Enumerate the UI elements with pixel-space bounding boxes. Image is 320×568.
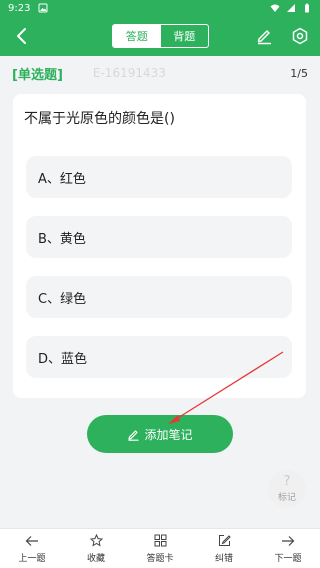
gallery-notification-icon xyxy=(38,3,48,13)
star-icon xyxy=(89,534,103,548)
grid-icon xyxy=(154,534,167,548)
settings-button[interactable] xyxy=(288,22,312,50)
edit-button[interactable] xyxy=(252,22,276,50)
gear-icon xyxy=(292,27,308,45)
mode-tabs: 答题 背题 xyxy=(112,24,209,48)
note-pencil-icon xyxy=(128,429,139,441)
tab-answer[interactable]: 答题 xyxy=(113,25,161,47)
battery-icon xyxy=(305,3,309,13)
question-progress: 1/5 xyxy=(290,66,308,80)
nav-prev[interactable]: 上一题 xyxy=(0,529,64,568)
status-bar: 9:23 xyxy=(0,0,320,16)
question-id: E-16191433 xyxy=(92,66,166,80)
wifi-icon xyxy=(270,4,280,12)
nav-favorite[interactable]: 收藏 xyxy=(64,529,128,568)
add-note-label: 添加笔记 xyxy=(144,427,193,442)
mark-label: 标记 xyxy=(277,493,296,503)
nav-answer-card-label: 答题卡 xyxy=(146,553,174,564)
back-button[interactable] xyxy=(8,22,36,50)
signal-icon xyxy=(287,4,295,12)
status-time: 9:23 xyxy=(8,2,31,14)
question-mark-icon: ? xyxy=(283,474,291,489)
app-bar-actions xyxy=(252,22,312,50)
option-a[interactable]: A、红色 xyxy=(26,156,292,198)
question-type: [单选题] xyxy=(12,67,63,83)
arrow-left-icon xyxy=(25,534,39,548)
pencil-icon xyxy=(257,30,271,45)
option-d[interactable]: D、蓝色 xyxy=(26,336,292,378)
bottom-nav: 上一题 收藏 答题卡 纠错 下一题 xyxy=(0,528,320,568)
chevron-left-icon xyxy=(17,28,26,44)
option-b[interactable]: B、黄色 xyxy=(26,216,292,258)
nav-favorite-label: 收藏 xyxy=(86,553,105,564)
app-bar: 答题 背题 xyxy=(0,16,320,56)
nav-next[interactable]: 下一题 xyxy=(256,529,320,568)
nav-next-label: 下一题 xyxy=(274,553,302,564)
mark-button[interactable]: ? 标记 xyxy=(268,470,306,508)
nav-answer-card[interactable]: 答题卡 xyxy=(128,529,192,568)
nav-report-error[interactable]: 纠错 xyxy=(192,529,256,568)
edit-icon xyxy=(218,534,231,548)
question-card: 不属于光原色的颜色是() A、红色 B、黄色 C、绿色 D、蓝色 xyxy=(13,94,306,398)
nav-prev-label: 上一题 xyxy=(18,553,46,564)
status-indicators xyxy=(270,3,312,13)
tab-memorize[interactable]: 背题 xyxy=(161,25,209,47)
option-c[interactable]: C、绿色 xyxy=(26,276,292,318)
question-meta: [单选题] E-16191433 1/5 xyxy=(0,56,320,90)
add-note-button[interactable]: 添加笔记 xyxy=(87,415,233,453)
arrow-right-icon xyxy=(281,534,295,548)
question-text: 不属于光原色的颜色是() xyxy=(24,111,175,127)
nav-report-error-label: 纠错 xyxy=(214,553,233,564)
